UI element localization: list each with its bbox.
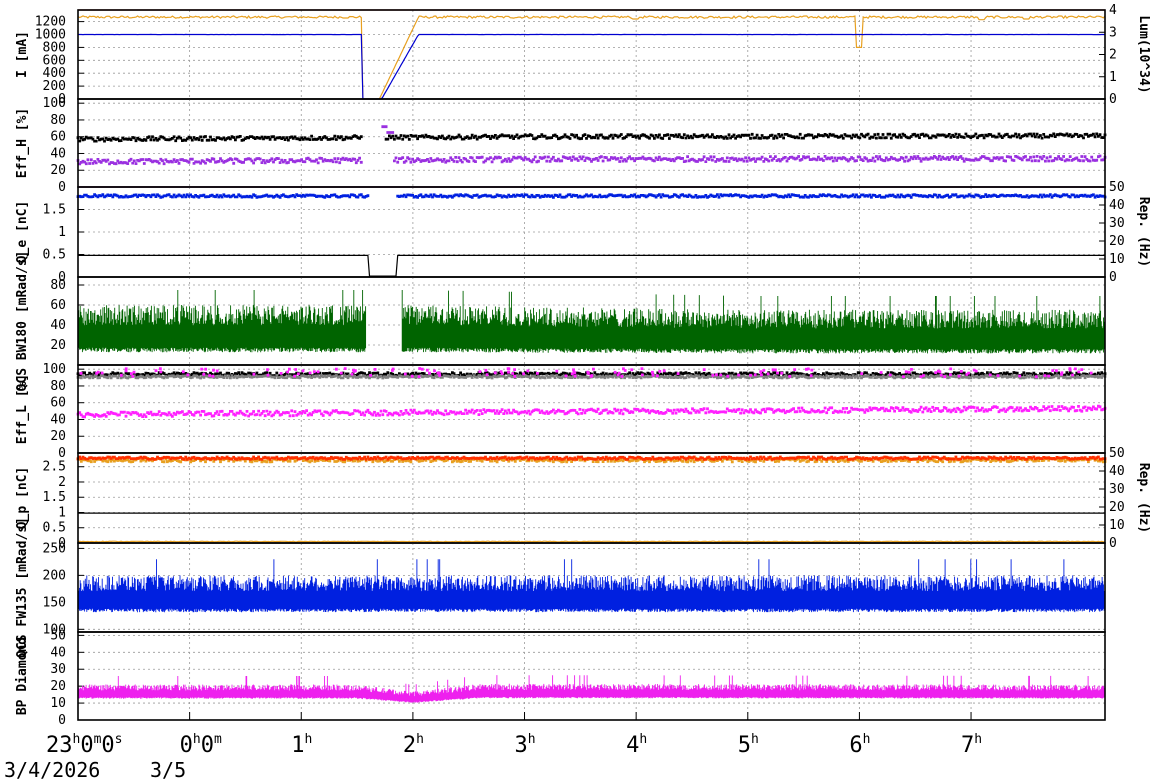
ytick-label-qe-1: 0.5 [43, 248, 66, 263]
ytick-label-eff_l-3: 60 [50, 396, 66, 411]
ytick-label-eff_h-1: 20 [50, 163, 66, 178]
right-ylabel-qe: Rep. (Hz) [1136, 197, 1151, 267]
rtick-label-qe-3: 30 [1109, 216, 1125, 231]
ytick-label-current-1: 200 [43, 79, 66, 94]
rtick-label-qp-4: 40 [1109, 464, 1125, 479]
ytick-label-qp-2: 1 [58, 505, 66, 520]
ytick-label-eff_l-1: 20 [50, 429, 66, 444]
ytick-label-bp_diamond-0: 0 [58, 713, 66, 728]
right-ylabel-qp: Rep. (Hz) [1136, 463, 1151, 533]
ytick-label-qcs_fw135-2: 200 [43, 568, 66, 583]
date-label-1: 3/5 [150, 758, 186, 782]
rtick-label-qp-0: 0 [1109, 536, 1117, 551]
ytick-label-qp-4: 2 [58, 475, 66, 490]
ylabel-current: I [mA] [15, 31, 30, 78]
ytick-label-bp_diamond-4: 40 [50, 645, 66, 660]
rtick-label-qe-5: 50 [1109, 180, 1125, 195]
rtick-label-current-0: 0 [1109, 92, 1117, 107]
ytick-label-qcs_bw180-2: 60 [50, 298, 66, 313]
ytick-label-current-4: 800 [43, 40, 66, 55]
ytick-label-bp_diamond-3: 30 [50, 662, 66, 677]
luminosity-monitor-chart: 020040060080010001200I [mA]01234Lum(10^3… [0, 0, 1172, 782]
ytick-label-eff_h-3: 60 [50, 130, 66, 145]
rtick-label-qe-4: 40 [1109, 198, 1125, 213]
ytick-label-qe-3: 1.5 [43, 203, 66, 218]
ytick-label-qcs_bw180-1: 40 [50, 318, 66, 333]
date-label-0: 3/4/2026 [4, 758, 100, 782]
ytick-label-current-6: 1200 [35, 15, 66, 30]
ytick-label-eff_h-0: 0 [58, 180, 66, 195]
ytick-label-qp-3: 1.5 [43, 490, 66, 505]
ytick-label-current-5: 1000 [35, 28, 66, 43]
ytick-label-current-2: 400 [43, 66, 66, 81]
rtick-label-qp-1: 10 [1109, 518, 1125, 533]
ytick-label-eff_l-4: 80 [50, 379, 66, 394]
ylabel-bp_diamond: BP Diamond [15, 637, 30, 715]
ylabel-eff_h: Eff_H [%] [15, 108, 30, 178]
ytick-label-bp_diamond-1: 10 [50, 696, 66, 711]
rtick-label-qe-1: 10 [1109, 252, 1125, 267]
ytick-label-eff_h-2: 40 [50, 146, 66, 161]
ytick-label-qp-1: 0.5 [43, 521, 66, 536]
ytick-label-eff_l-2: 40 [50, 412, 66, 427]
ylabel-eff_l: Eff_L [%] [15, 374, 30, 444]
rtick-label-qp-3: 30 [1109, 482, 1125, 497]
ytick-label-qcs_bw180-0: 20 [50, 338, 66, 353]
ytick-label-eff_h-4: 80 [50, 113, 66, 128]
ytick-label-current-3: 600 [43, 53, 66, 68]
ytick-label-eff_h-5: 100 [43, 96, 66, 111]
figure-background [0, 0, 1172, 782]
rtick-label-qe-2: 20 [1109, 234, 1125, 249]
right-ylabel-current: Lum(10^34) [1136, 15, 1151, 93]
rtick-label-current-4: 4 [1109, 3, 1117, 18]
rtick-label-qp-2: 20 [1109, 500, 1125, 515]
ylabel-qcs_bw180: QCS BW180 [mRad/s] [15, 251, 30, 392]
ylabel-qcs_fw135: QCS FW135 [mRad/s] [15, 517, 30, 658]
ytick-label-qcs_fw135-3: 250 [43, 541, 66, 556]
ytick-label-eff_l-5: 100 [43, 362, 66, 377]
series-qp-3 [77, 540, 1106, 543]
xtick-label-0: 23h0m0s [46, 732, 122, 758]
rtick-label-current-2: 2 [1109, 48, 1117, 63]
ytick-label-qe-2: 1 [58, 225, 66, 240]
series-line-qp-3 [77, 540, 1106, 543]
rtick-label-qp-5: 50 [1109, 446, 1125, 461]
ytick-label-qcs_fw135-1: 150 [43, 595, 66, 610]
ytick-label-qp-5: 2.5 [43, 460, 66, 475]
ytick-label-bp_diamond-2: 20 [50, 679, 66, 694]
ytick-label-bp_diamond-5: 50 [50, 628, 66, 643]
rtick-label-current-1: 1 [1109, 70, 1117, 85]
rtick-label-qe-0: 0 [1109, 270, 1117, 285]
rtick-label-current-3: 3 [1109, 25, 1117, 40]
ytick-label-qcs_bw180-3: 80 [50, 278, 66, 293]
